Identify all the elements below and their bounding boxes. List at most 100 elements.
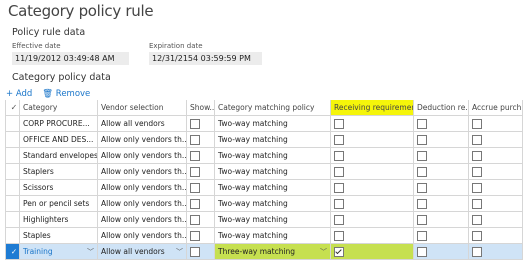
grid-toolbar: + Add 🗑 Remove xyxy=(6,89,90,99)
effective-date-field[interactable]: 11/19/2012 03:49:48 AM xyxy=(12,52,129,65)
category-cell[interactable]: OFFICE AND DES... xyxy=(19,131,98,148)
show-checkbox[interactable] xyxy=(190,230,200,241)
table-row[interactable]: OFFICE AND DES... Allow only vendors th.… xyxy=(5,131,523,148)
receiving-requirements-checkbox-checked[interactable] xyxy=(334,246,344,257)
column-header-deduction-requirements[interactable]: Deduction re... xyxy=(413,100,469,116)
accrue-checkbox[interactable] xyxy=(472,118,482,129)
column-header-show[interactable]: Show... xyxy=(186,100,215,116)
vendor-selection-cell[interactable]: Allow only vendors th... xyxy=(97,227,187,244)
row-selector[interactable] xyxy=(5,147,20,164)
matching-policy-cell[interactable]: Two-way matching xyxy=(214,147,331,164)
deduction-checkbox[interactable] xyxy=(417,198,427,209)
vendor-selection-cell[interactable]: Allow only vendors th... xyxy=(97,147,187,164)
table-row[interactable]: Highlighters Allow only vendors th... Tw… xyxy=(5,211,523,228)
receiving-requirements-checkbox[interactable] xyxy=(334,214,344,225)
row-selector[interactable] xyxy=(5,163,20,180)
table-row[interactable]: Standard envelopes Allow only vendors th… xyxy=(5,147,523,164)
show-checkbox[interactable] xyxy=(190,150,200,161)
chevron-down-icon[interactable]: ﹀ xyxy=(320,247,327,257)
category-cell[interactable]: Scissors xyxy=(19,179,98,196)
matching-policy-cell[interactable]: Two-way matching xyxy=(214,179,331,196)
show-checkbox[interactable] xyxy=(190,182,200,193)
category-cell[interactable]: Highlighters xyxy=(19,211,98,228)
column-header-vendor-selection[interactable]: Vendor selection xyxy=(97,100,187,116)
matching-policy-cell[interactable]: Two-way matching xyxy=(214,131,331,148)
vendor-selection-cell[interactable]: Allow only vendors th... xyxy=(97,211,187,228)
deduction-checkbox[interactable] xyxy=(417,118,427,129)
select-all-checkmark-icon[interactable]: ✓ xyxy=(5,100,20,116)
column-header-category-matching-policy[interactable]: Category matching policy xyxy=(214,100,331,116)
vendor-selection-cell[interactable]: Allow only vendors th... xyxy=(97,131,187,148)
expiration-date-field[interactable]: 12/31/2154 03:59:59 PM xyxy=(149,52,262,65)
accrue-checkbox[interactable] xyxy=(472,150,482,161)
row-selector[interactable] xyxy=(5,211,20,228)
category-cell[interactable]: Staples xyxy=(19,227,98,244)
table-row[interactable]: CORP PROCURE... Allow all vendors Two-wa… xyxy=(5,115,523,132)
category-cell[interactable]: Standard envelopes xyxy=(19,147,98,164)
matching-policy-cell[interactable]: Two-way matching xyxy=(214,195,331,212)
receiving-requirements-checkbox[interactable] xyxy=(334,230,344,241)
chevron-down-icon[interactable]: ﹀ xyxy=(87,247,94,257)
accrue-checkbox[interactable] xyxy=(472,246,482,257)
show-checkbox[interactable] xyxy=(190,246,200,257)
matching-policy-cell[interactable]: Two-way matching xyxy=(214,227,331,244)
deduction-checkbox[interactable] xyxy=(417,134,427,145)
trash-icon: 🗑 xyxy=(42,89,54,99)
accrue-checkbox[interactable] xyxy=(472,166,482,177)
accrue-checkbox[interactable] xyxy=(472,230,482,241)
receiving-requirements-checkbox[interactable] xyxy=(334,134,344,145)
table-row[interactable]: Pen or pencil sets Allow only vendors th… xyxy=(5,195,523,212)
remove-button[interactable]: 🗑 Remove xyxy=(42,89,90,99)
show-checkbox[interactable] xyxy=(190,214,200,225)
show-checkbox[interactable] xyxy=(190,118,200,129)
deduction-checkbox[interactable] xyxy=(417,150,427,161)
table-row[interactable]: Scissors Allow only vendors th... Two-wa… xyxy=(5,179,523,196)
receiving-requirements-checkbox[interactable] xyxy=(334,118,344,129)
table-row-selected[interactable]: ✓ Training ﹀ Allow all vendors ﹀ Three-way… xyxy=(5,243,523,260)
category-cell[interactable]: Pen or pencil sets xyxy=(19,195,98,212)
receiving-requirements-checkbox[interactable] xyxy=(334,198,344,209)
vendor-selection-cell[interactable]: Allow only vendors th... xyxy=(97,163,187,180)
deduction-checkbox[interactable] xyxy=(417,182,427,193)
row-selected-checkmark-icon[interactable]: ✓ xyxy=(5,243,20,260)
row-selector[interactable] xyxy=(5,131,20,148)
matching-policy-cell[interactable]: Two-way matching xyxy=(214,115,331,132)
deduction-checkbox[interactable] xyxy=(417,166,427,177)
category-cell[interactable]: Staplers xyxy=(19,163,98,180)
accrue-checkbox[interactable] xyxy=(472,198,482,209)
show-checkbox[interactable] xyxy=(190,198,200,209)
deduction-checkbox[interactable] xyxy=(417,214,427,225)
vendor-selection-cell[interactable]: Allow only vendors th... xyxy=(97,179,187,196)
vendor-selection-cell[interactable]: Allow all vendors xyxy=(97,115,187,132)
vendor-selection-cell[interactable]: Allow only vendors th... xyxy=(97,195,187,212)
category-cell[interactable]: CORP PROCURE... xyxy=(19,115,98,132)
deduction-checkbox[interactable] xyxy=(417,230,427,241)
page-title: Category policy rule xyxy=(8,2,154,20)
row-selector[interactable] xyxy=(5,195,20,212)
matching-policy-select[interactable]: Three-way matching ﹀ xyxy=(214,243,331,260)
receiving-requirements-checkbox[interactable] xyxy=(334,166,344,177)
matching-policy-cell[interactable]: Two-way matching xyxy=(214,163,331,180)
vendor-selection-select[interactable]: Allow all vendors ﹀ xyxy=(97,243,187,260)
table-row[interactable]: Staples Allow only vendors th... Two-way… xyxy=(5,227,523,244)
deduction-checkbox[interactable] xyxy=(417,246,427,257)
receiving-requirements-checkbox[interactable] xyxy=(334,150,344,161)
policy-rule-section-title: Policy rule data xyxy=(12,27,86,38)
chevron-down-icon[interactable]: ﹀ xyxy=(176,247,183,257)
category-select[interactable]: Training ﹀ xyxy=(19,243,98,260)
row-selector[interactable] xyxy=(5,227,20,244)
add-button[interactable]: + Add xyxy=(6,89,32,99)
row-selector[interactable] xyxy=(5,115,20,132)
column-header-accrue-purchases[interactable]: Accrue purch... xyxy=(468,100,523,116)
accrue-checkbox[interactable] xyxy=(472,214,482,225)
accrue-checkbox[interactable] xyxy=(472,134,482,145)
show-checkbox[interactable] xyxy=(190,166,200,177)
column-header-receiving-requirements[interactable]: Receiving requirements xyxy=(330,100,414,116)
table-row[interactable]: Staplers Allow only vendors th... Two-wa… xyxy=(5,163,523,180)
show-checkbox[interactable] xyxy=(190,134,200,145)
row-selector[interactable] xyxy=(5,179,20,196)
receiving-requirements-checkbox[interactable] xyxy=(334,182,344,193)
accrue-checkbox[interactable] xyxy=(472,182,482,193)
column-header-category[interactable]: Category xyxy=(19,100,98,116)
matching-policy-cell[interactable]: Two-way matching xyxy=(214,211,331,228)
